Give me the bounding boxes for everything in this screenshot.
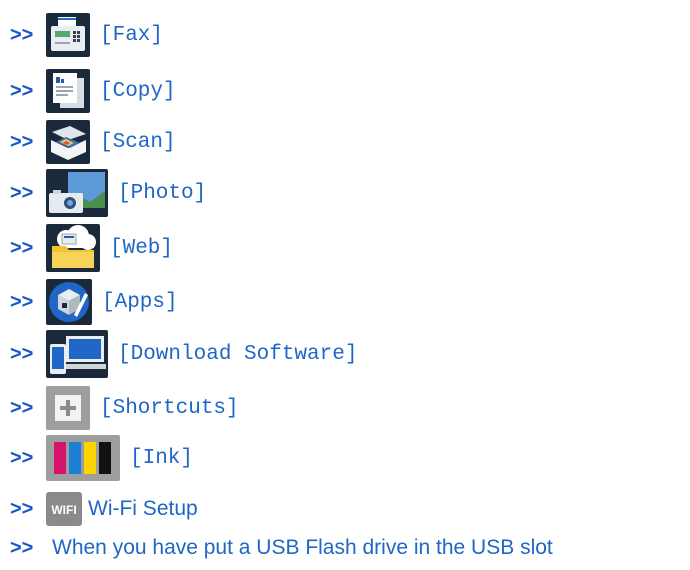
photo-icon [46,169,108,217]
photo-label[interactable]: [Photo] [118,182,206,205]
list-item-shortcuts[interactable]: >> [Shortcuts] [10,386,239,430]
web-icon [46,224,100,272]
ink-icon [46,435,120,481]
shortcuts-label[interactable]: [Shortcuts] [100,397,239,420]
arrow-marker: >> [10,536,34,559]
shortcuts-icon [46,386,90,430]
scan-icon [46,120,90,164]
list-item-apps[interactable]: >> [Apps] [10,279,178,325]
list-item-wifi-setup[interactable]: >> WIFI Wi-Fi Setup [10,487,198,531]
scan-label[interactable]: [Scan] [100,131,176,154]
list-item-ink[interactable]: >> [Ink] [10,435,193,481]
apps-icon [46,279,92,325]
wifi-icon: WIFI [46,492,82,526]
copy-icon [46,69,90,113]
fax-label[interactable]: [Fax] [100,24,163,47]
list-item-web[interactable]: >> [Web] [10,224,173,272]
list-item-scan[interactable]: >> [Scan] [10,120,176,164]
arrow-marker: >> [10,181,34,204]
wifi-setup-link[interactable]: Wi-Fi Setup [88,497,198,521]
download-software-icon [46,330,108,378]
fax-icon [46,13,90,57]
ink-label[interactable]: [Ink] [130,447,193,470]
usb-flash-drive-link[interactable]: When you have put a USB Flash drive in t… [52,536,553,560]
arrow-marker: >> [10,497,34,520]
list-item-copy[interactable]: >> [Copy] [10,69,176,113]
web-label[interactable]: [Web] [110,237,173,260]
arrow-marker: >> [10,290,34,313]
copy-label[interactable]: [Copy] [100,80,176,103]
list-item-download-software[interactable]: >> [Download Software] [10,330,357,378]
arrow-marker: >> [10,79,34,102]
arrow-marker: >> [10,130,34,153]
arrow-marker: >> [10,236,34,259]
list-item-fax[interactable]: >> [Fax] [10,13,163,57]
download-software-label[interactable]: [Download Software] [118,343,357,366]
wifi-icon-text: WIFI [51,503,76,517]
apps-label[interactable]: [Apps] [102,291,178,314]
arrow-marker: >> [10,446,34,469]
arrow-marker: >> [10,342,34,365]
arrow-marker: >> [10,23,34,46]
arrow-marker: >> [10,396,34,419]
list-item-photo[interactable]: >> [Photo] [10,169,206,217]
list-item-usb-flash-drive[interactable]: >> When you have put a USB Flash drive i… [10,526,553,570]
